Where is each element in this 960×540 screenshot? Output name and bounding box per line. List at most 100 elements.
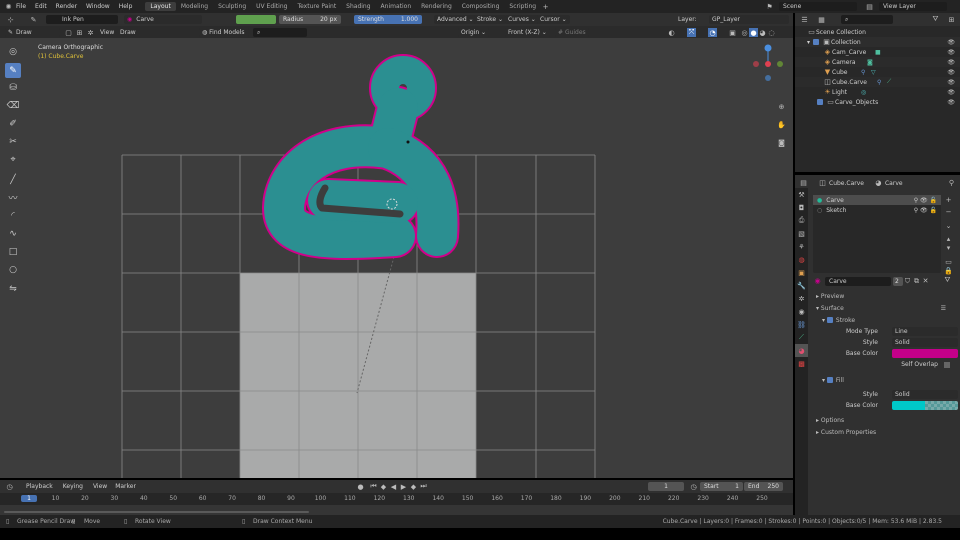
eye-icon[interactable]: 👁	[947, 39, 955, 46]
pan-hand-icon[interactable]: ✋	[777, 120, 786, 129]
gear-icon[interactable]: ✲	[86, 28, 95, 37]
view-layer-tab-icon[interactable]: ▧	[795, 227, 808, 240]
outliner-item-cube-carve[interactable]: ◫ Cube.Carve ⚲ ⟋ 👁	[795, 77, 960, 87]
stroke-dropdown[interactable]: Stroke ⌄	[474, 15, 507, 24]
object-tab-icon[interactable]: ▣	[795, 266, 808, 279]
front-dropdown[interactable]: Front (X-Z) ⌄	[505, 28, 550, 37]
eyedropper-tool-icon[interactable]: ⌖	[5, 152, 21, 167]
view-layer-icon[interactable]: ▤	[865, 2, 874, 11]
slot-visibility-icons[interactable]: ⚲ 👁 🔓	[914, 207, 937, 214]
tab-modeling[interactable]: Modeling	[176, 2, 213, 11]
slot-visibility-icons[interactable]: ⚲ 👁 🔓	[914, 197, 937, 204]
tab-layout[interactable]: Layout	[145, 2, 176, 11]
menu-file[interactable]: File	[16, 3, 26, 10]
menu-edit[interactable]: Edit	[35, 3, 47, 10]
tab-compositing[interactable]: Compositing	[457, 2, 505, 11]
tab-uv-editing[interactable]: UV Editing	[251, 2, 292, 11]
checkbox[interactable]	[817, 99, 823, 105]
navigation-gizmo[interactable]	[753, 44, 783, 82]
cursor-dropdown[interactable]: Cursor ⌄	[537, 15, 570, 24]
visibility-icon[interactable]: ◐	[667, 28, 676, 37]
material-name-field[interactable]: Carve	[825, 276, 891, 286]
tool-tab-icon[interactable]: ⚒	[795, 188, 808, 201]
panel-preview[interactable]: ▸ Preview	[808, 290, 960, 302]
arc-tool-icon[interactable]: ◜	[5, 208, 21, 223]
scene-icon[interactable]: ⚑	[765, 2, 774, 11]
tab-animation[interactable]: Animation	[376, 2, 417, 11]
filter-icon[interactable]: ⛛	[931, 15, 940, 24]
cursor-tool-icon[interactable]: ◎	[5, 44, 21, 59]
tab-sculpting[interactable]: Sculpting	[213, 2, 251, 11]
end-frame-field[interactable]: End 250	[744, 482, 783, 491]
outliner-item-camera[interactable]: ◈ Camera ◙ 👁	[795, 57, 960, 67]
add-slot-icon[interactable]: +	[944, 195, 953, 204]
material-type-icon[interactable]: ⛛	[943, 276, 952, 285]
keying-menu[interactable]: Keying	[63, 483, 83, 490]
origin-dropdown[interactable]: Origin ⌄	[458, 28, 490, 37]
jump-end-icon[interactable]: ⏭	[419, 482, 428, 491]
panel-options[interactable]: ▸ Options	[808, 414, 960, 426]
tab-shading[interactable]: Shading	[341, 2, 375, 11]
solid-shading-icon[interactable]: ●	[749, 28, 758, 37]
strength-field[interactable]: Strength 1.000	[354, 15, 422, 24]
3d-viewport[interactable]: Camera Orthographic (1) Cube.Carve ⊕ ✋ ◙…	[0, 38, 793, 478]
fill-style-dropdown[interactable]: Solid	[892, 390, 958, 399]
guides-dropdown[interactable]: # Guides	[555, 28, 589, 37]
search-input[interactable]: ⌕	[253, 28, 307, 37]
lock-icon[interactable]: 🔒	[944, 266, 953, 275]
brush-field[interactable]: Ink Pen	[46, 15, 118, 24]
display-mode-icon[interactable]: ☰	[800, 15, 809, 24]
outliner-item-light[interactable]: ☀ Light ◎ 👁	[795, 87, 960, 97]
zoom-icon[interactable]: ⊕	[777, 102, 786, 111]
play-icon[interactable]: ▶	[399, 482, 408, 491]
timeline-track[interactable]	[0, 505, 793, 515]
line-tool-icon[interactable]: ╱	[5, 172, 21, 187]
checkbox[interactable]	[813, 39, 820, 45]
menu-render[interactable]: Render	[56, 3, 77, 10]
stroke-style-dropdown[interactable]: Solid	[892, 338, 958, 347]
fill-checkbox[interactable]	[826, 377, 833, 383]
brush-color-swatch[interactable]	[236, 15, 276, 24]
blender-logo-icon[interactable]: ✺	[4, 2, 13, 11]
outliner-item-collection[interactable]: ▾ ▣ Collection 👁	[795, 37, 960, 47]
eye-icon[interactable]: 👁	[947, 49, 955, 56]
layer-toggle-icon[interactable]: ▢	[64, 28, 73, 37]
marker-menu[interactable]: Marker	[115, 483, 136, 490]
new-collection-icon[interactable]: ⊞	[947, 15, 956, 24]
next-keyframe-icon[interactable]: ◆	[409, 482, 418, 491]
panel-fill[interactable]: ▾ Fill	[808, 374, 960, 386]
prev-keyframe-icon[interactable]: ◆	[379, 482, 388, 491]
jump-start-icon[interactable]: ⏮	[369, 482, 378, 491]
interpolate-tool-icon[interactable]: ⇋	[5, 281, 21, 296]
remove-slot-icon[interactable]: −	[944, 207, 953, 216]
self-overlap-checkbox[interactable]	[944, 361, 950, 368]
wireframe-shading-icon[interactable]: ◎	[740, 28, 749, 37]
duplicate-icon[interactable]: ⧉	[912, 277, 921, 286]
tab-scripting[interactable]: Scripting	[504, 2, 541, 11]
multiframe-icon[interactable]: ⊞	[75, 28, 84, 37]
unlink-icon[interactable]: ✕	[921, 277, 930, 286]
panel-stroke[interactable]: ▾ Stroke	[808, 314, 960, 326]
play-reverse-icon[interactable]: ◀	[389, 482, 398, 491]
material-slot-carve[interactable]: ● Carve ⚲ 👁 🔓	[813, 195, 941, 205]
material-browse-icon[interactable]: ◉	[813, 277, 822, 286]
camera-view-icon[interactable]: ◙	[777, 138, 786, 147]
list-icon[interactable]: ☰	[941, 305, 946, 312]
gizmo-icon[interactable]: ⤧	[687, 28, 696, 37]
editor-type-icon[interactable]: ⊹	[6, 15, 15, 24]
record-icon[interactable]: ●	[356, 482, 365, 491]
output-tab-icon[interactable]: ⎙	[795, 214, 808, 227]
material-slot-list[interactable]: ● Carve ⚲ 👁 🔓 ○ Sketch ⚲ 👁 🔓	[813, 195, 941, 273]
scene-field[interactable]: Scene	[779, 2, 857, 11]
tab-rendering[interactable]: Rendering	[416, 2, 457, 11]
panel-surface[interactable]: ▾ Surface ☰	[808, 302, 960, 314]
user-count[interactable]: 2	[893, 276, 903, 286]
tab-texture-paint[interactable]: Texture Paint	[292, 2, 341, 11]
mode-type-dropdown[interactable]: Line	[892, 327, 958, 336]
material-slot-sketch[interactable]: ○ Sketch ⚲ 👁 🔓	[813, 205, 941, 215]
layer-dropdown[interactable]: GP_Layer	[709, 15, 789, 24]
outliner-item-cube[interactable]: ▼ Cube ⚲ ▽ 👁	[795, 67, 960, 77]
polyline-tool-icon[interactable]: 〰	[5, 190, 21, 205]
current-frame-field[interactable]: 1	[648, 482, 684, 491]
menu-help[interactable]: Help	[119, 3, 133, 10]
